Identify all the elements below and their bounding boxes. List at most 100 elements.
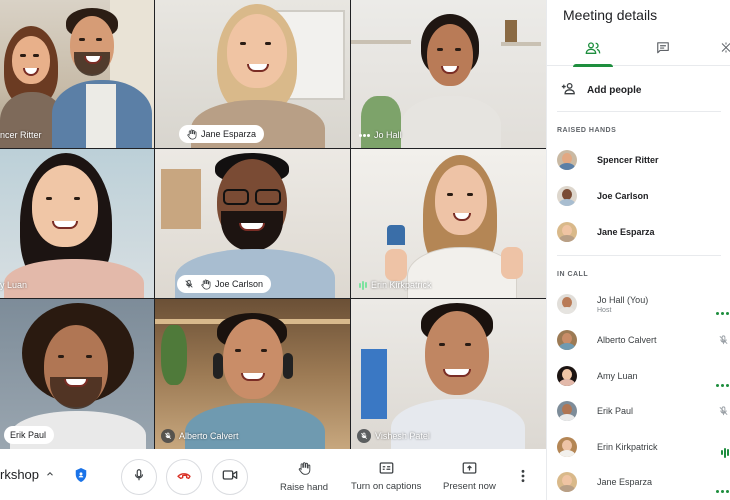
- participant-name-label: ncer Ritter: [0, 130, 42, 140]
- video-grid: ncer Ritter Jane Esparza Jo Hall y Luan …: [0, 0, 546, 449]
- panel-title: Meeting details: [563, 7, 658, 23]
- mic-off-icon: [718, 404, 729, 422]
- mic-off-icon: [718, 333, 729, 351]
- in-call-row-jo-hall[interactable]: Jo Hall (You) Host: [557, 290, 730, 318]
- present-screen-icon: [462, 461, 477, 478]
- raise-hand-button[interactable]: Raise hand: [280, 461, 328, 493]
- speaking-indicator-icon: [716, 302, 729, 320]
- panel-tabs: [547, 34, 730, 67]
- participant-name: Erik Paul: [597, 406, 634, 416]
- avatar: [557, 472, 577, 492]
- participant-name: Jo Hall (You): [597, 294, 649, 305]
- participant-name-label: Erin Kirkpatrick: [359, 278, 432, 292]
- participant-name-label: Jo Hall: [359, 128, 402, 142]
- avatar: [557, 222, 577, 242]
- audio-level-icon: [359, 280, 367, 290]
- in-call-row-amy-luan[interactable]: Amy Luan: [557, 362, 730, 390]
- raised-hand-icon: [185, 128, 197, 140]
- microphone-icon: [132, 468, 146, 487]
- participant-name-label: y Luan: [0, 280, 28, 290]
- mic-off-icon: [183, 278, 195, 290]
- video-tile-amy-luan[interactable]: y Luan: [0, 149, 154, 298]
- active-tab-indicator: [573, 64, 613, 67]
- call-control-bar: rkshop Raise hand Turn on captions Prese…: [0, 449, 546, 500]
- divider: [557, 111, 721, 112]
- meeting-info-toggle[interactable]: rkshop: [0, 467, 55, 482]
- present-now-label: Present now: [443, 481, 496, 492]
- mic-off-icon: [161, 429, 175, 443]
- video-tile-jane-esparza[interactable]: Jane Esparza: [155, 0, 350, 148]
- security-shield-icon[interactable]: [74, 467, 88, 488]
- participant-name: Joe Carlson: [215, 279, 264, 289]
- in-call-row-erik-paul[interactable]: Erik Paul: [557, 397, 730, 425]
- more-vertical-icon: [520, 469, 526, 487]
- participant-name: Jane Esparza: [597, 227, 655, 237]
- video-tile-erin-kirkpatrick[interactable]: Erin Kirkpatrick: [351, 149, 546, 298]
- in-call-row-jane-esparza[interactable]: Jane Esparza: [557, 468, 730, 496]
- raised-hand-row-spencer-ritter[interactable]: Spencer Ritter: [557, 146, 730, 174]
- participant-name: Joe Carlson: [597, 191, 649, 201]
- raised-hand-row-jane-esparza[interactable]: Jane Esparza: [557, 218, 730, 246]
- avatar: [557, 294, 577, 314]
- present-now-button[interactable]: Present now: [443, 461, 496, 492]
- meeting-name: rkshop: [0, 467, 40, 482]
- tab-chat[interactable]: [652, 40, 674, 60]
- raised-hand-icon: [199, 278, 211, 290]
- participant-name-label: Alberto Calvert: [161, 429, 239, 443]
- add-people-label: Add people: [587, 84, 642, 96]
- avatar: [557, 186, 577, 206]
- more-options-button[interactable]: [520, 469, 526, 488]
- captions-button[interactable]: Turn on captions: [351, 461, 421, 492]
- add-people-button[interactable]: Add people: [561, 82, 641, 98]
- video-tile-erik-paul[interactable]: Erik Paul: [0, 299, 154, 449]
- hang-up-icon: [176, 467, 192, 488]
- participant-name: Alberto Calvert: [597, 335, 657, 345]
- participant-name-chip: Joe Carlson: [177, 275, 272, 293]
- video-tile-alberto-calvert[interactable]: Alberto Calvert: [155, 299, 350, 449]
- closed-captions-icon: [379, 461, 394, 478]
- avatar: [557, 150, 577, 170]
- people-icon: [585, 41, 601, 60]
- avatar: [557, 437, 577, 457]
- activities-icon: [720, 41, 730, 59]
- video-camera-icon: [222, 468, 238, 487]
- participant-name-chip: Erik Paul: [4, 426, 55, 444]
- tab-activities[interactable]: [715, 40, 730, 60]
- host-label: Host: [597, 306, 612, 314]
- captions-label: Turn on captions: [351, 481, 422, 492]
- avatar: [557, 401, 577, 421]
- participant-name: Jane Esparza: [597, 477, 653, 487]
- raise-hand-label: Raise hand: [280, 482, 329, 493]
- video-tile-vishesh-patel[interactable]: Vishesh Patel: [351, 299, 546, 449]
- video-tile-jo-hall[interactable]: Jo Hall: [351, 0, 546, 148]
- avatar: [557, 366, 577, 386]
- chat-icon: [656, 41, 670, 59]
- speaking-indicator-icon: [716, 374, 729, 392]
- in-call-row-erin-kirkpatrick[interactable]: Erin Kirkpatrick: [557, 433, 730, 461]
- raised-hands-heading: RAISED HANDS: [557, 127, 617, 134]
- participant-name: Erik Paul: [10, 430, 47, 440]
- in-call-row-alberto-calvert[interactable]: Alberto Calvert: [557, 326, 730, 354]
- raised-hand-row-joe-carlson[interactable]: Joe Carlson: [557, 182, 730, 210]
- video-tile-spencer-ritter[interactable]: ncer Ritter: [0, 0, 154, 148]
- leave-call-button[interactable]: [166, 459, 202, 495]
- camera-button[interactable]: [212, 459, 248, 495]
- add-person-icon: [561, 82, 577, 98]
- speaking-indicator-icon: [716, 480, 729, 498]
- participant-name: Erin Kirkpatrick: [597, 442, 658, 452]
- chevron-up-icon: [45, 467, 55, 482]
- video-tile-joe-carlson[interactable]: Joe Carlson: [155, 149, 350, 298]
- participant-name-chip: Jane Esparza: [179, 125, 265, 143]
- speaking-indicator-icon: [359, 133, 370, 137]
- avatar: [557, 330, 577, 350]
- in-call-heading: IN CALL: [557, 271, 589, 278]
- audio-level-icon: [721, 442, 729, 460]
- tab-people[interactable]: [582, 40, 604, 60]
- meeting-details-panel: Meeting details Add people RAISED HANDS …: [546, 0, 730, 500]
- microphone-button[interactable]: [121, 459, 157, 495]
- participant-name: Spencer Ritter: [597, 155, 659, 165]
- raise-hand-icon: [297, 461, 311, 479]
- participant-name-label: Vishesh Patel: [357, 429, 430, 443]
- participant-name: Jane Esparza: [201, 129, 257, 139]
- mic-off-icon: [357, 429, 371, 443]
